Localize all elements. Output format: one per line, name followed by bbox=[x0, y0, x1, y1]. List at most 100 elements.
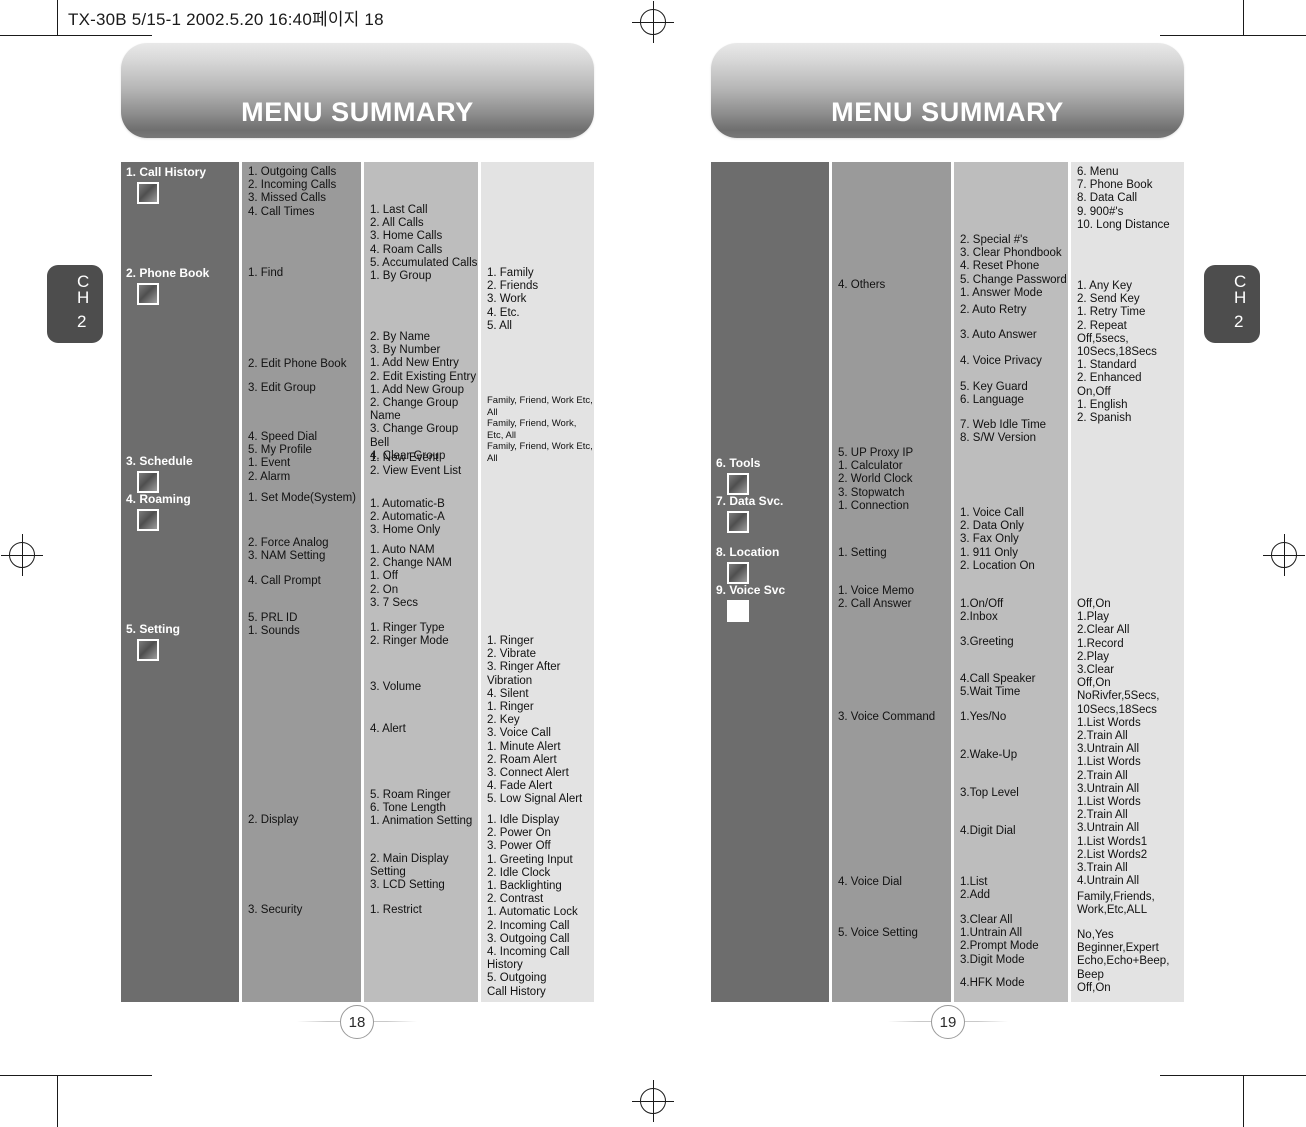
menu-item-level2: 4. Speed Dial 5. My Profile 1. Event 2. … bbox=[248, 431, 318, 483]
menu-item-level3: 1. Ringer Type 2. Ringer Mode bbox=[370, 622, 449, 648]
menu-item-level2: 3. Voice Command bbox=[838, 711, 936, 723]
menu-item-level3: 1.On/Off 2.Inbox bbox=[960, 598, 1004, 624]
menu-item-level4: 1. Ringer 2. Vibrate 3. Ringer After Vib… bbox=[487, 635, 583, 806]
menu-item-level2: 1. Find bbox=[248, 267, 284, 279]
menu-item-level1: 8. Location bbox=[716, 545, 780, 559]
menu-item-level2: 2. Edit Phone Book bbox=[248, 358, 347, 370]
phonebook-icon bbox=[137, 283, 159, 305]
menu-item-level3: 2. Main Display Setting bbox=[370, 853, 449, 879]
menu-item-level2: 1. Voice Memo 2. Call Answer bbox=[838, 585, 915, 611]
settings-icon bbox=[137, 639, 159, 661]
voice-service-icon bbox=[727, 600, 749, 622]
menu-item-level4: 1. Idle Display 2. Power On 3. Power Off… bbox=[487, 814, 578, 998]
roaming-icon-glyph bbox=[139, 511, 157, 529]
person-icon bbox=[137, 182, 159, 204]
menu-item-level3: 1. Automatic-B 2. Automatic-A 3. Home On… bbox=[370, 498, 445, 537]
menu-table-left: 1. Call History 2. Phone Book 3. Schedule 4… bbox=[121, 162, 594, 1002]
chapter-letter-h: H bbox=[77, 288, 90, 307]
menu-item-level4: 1. Family 2. Friends 3. Work 4. Etc. 5. … bbox=[487, 267, 539, 332]
page-banner-left: MENU SUMMARY bbox=[121, 43, 594, 138]
page-right: C H 2 MENU SUMMARY 6. Tools 7. Data Svc. 8… bbox=[653, 0, 1306, 1127]
chapter-number: 2 bbox=[77, 312, 87, 331]
menu-item-level1: 4. Roaming bbox=[126, 492, 191, 506]
calendar-icon-glyph bbox=[139, 473, 157, 491]
menu-item-level3: 1. New Event 2. View Event List bbox=[370, 452, 462, 478]
menu-item-level3: 1. Auto NAM 2. Change NAM 1. Off 2. On 3… bbox=[370, 544, 452, 609]
menu-column-level1-right: 6. Tools 7. Data Svc. 8. Location 9. Voice … bbox=[711, 162, 829, 1002]
menu-item-level3: 7. Web Idle Time 8. S/W Version bbox=[960, 419, 1047, 445]
menu-item-level1: 2. Phone Book bbox=[126, 266, 210, 280]
chapter-number: 2 bbox=[1234, 312, 1244, 331]
menu-item-level2: 2. Display bbox=[248, 814, 299, 826]
voice-service-icon-glyph bbox=[729, 602, 747, 620]
page-title-right: MENU SUMMARY bbox=[831, 97, 1064, 127]
menu-item-level3: 2. Auto Retry bbox=[960, 304, 1027, 316]
page-number-left: 18 bbox=[340, 1005, 374, 1039]
menu-item-level1: 9. Voice Svc bbox=[716, 583, 786, 597]
menu-column-level4-right: 6. Menu 7. Phone Book 8. Data Call 9. 90… bbox=[1071, 162, 1184, 1002]
menu-item-level4: 1. Any Key 2. Send Key 1. Retry Time 2. … bbox=[1077, 280, 1157, 425]
menu-item-level2: 2. Force Analog 3. NAM Setting bbox=[248, 537, 329, 563]
data-service-icon-glyph bbox=[729, 513, 747, 531]
page-number-right-wrap: 19 bbox=[888, 1005, 1008, 1039]
menu-item-level2: 5. Voice Setting bbox=[838, 927, 918, 939]
menu-item-level3: 5. Key Guard 6. Language bbox=[960, 381, 1028, 407]
menu-item-level2: 5. PRL ID 1. Sounds bbox=[248, 612, 300, 638]
menu-item-level4: Family, Friend, Work Etc, All Family, Fr… bbox=[487, 395, 593, 464]
menu-item-level3: 5. Roam Ringer 6. Tone Length 1. Animati… bbox=[370, 789, 473, 828]
menu-item-level3: 1.List 2.Add bbox=[960, 876, 991, 902]
menu-item-level4: Family,Friends, Work,Etc,ALL bbox=[1077, 891, 1155, 917]
menu-item-level3: 3.Greeting bbox=[960, 636, 1014, 648]
menu-item-level1: 5. Setting bbox=[126, 622, 181, 636]
chapter-tab-right: C H 2 bbox=[1204, 265, 1260, 343]
menu-item-level4: Off,On 1.Play 2.Clear All 1.Record 2.Pla… bbox=[1077, 598, 1160, 888]
menu-item-level2: 1. Set Mode(System) bbox=[248, 492, 357, 504]
menu-item-level3: 3. Auto Answer bbox=[960, 329, 1037, 341]
menu-item-level2: 3. Security bbox=[248, 904, 303, 916]
menu-item-level2: 1. Outgoing Calls 2. Incoming Calls 3. M… bbox=[248, 166, 337, 218]
menu-item-level3: 3. Volume bbox=[370, 681, 422, 693]
location-icon-glyph bbox=[729, 564, 747, 582]
chapter-tab-left: C H 2 bbox=[47, 265, 103, 343]
page-title-left: MENU SUMMARY bbox=[241, 97, 474, 127]
menu-item-level3: 1. Restrict bbox=[370, 904, 422, 916]
menu-item-level2: 4. Others bbox=[838, 279, 886, 291]
menu-item-level2: 1. Setting bbox=[838, 547, 887, 559]
menu-column-level1-left: 1. Call History 2. Phone Book 3. Schedule 4… bbox=[121, 162, 239, 1002]
menu-item-level3: 4.HFK Mode bbox=[960, 977, 1025, 989]
page-left: C H 2 MENU SUMMARY 1. Call History 2. Pho… bbox=[0, 0, 653, 1127]
location-icon bbox=[727, 562, 749, 584]
phonebook-icon-glyph bbox=[139, 285, 157, 303]
menu-item-level1: 6. Tools bbox=[716, 456, 761, 470]
chapter-letter-h: H bbox=[1234, 288, 1247, 307]
menu-item-level3: 2.Wake-Up bbox=[960, 749, 1018, 761]
menu-item-level3: 3. LCD Setting bbox=[370, 879, 445, 891]
tools-icon bbox=[727, 473, 749, 495]
menu-item-level3: 4.Digit Dial bbox=[960, 825, 1016, 837]
menu-item-level3: 2. Special #'s 3. Clear Phondbook 4. Res… bbox=[960, 234, 1067, 299]
menu-column-level3-right: 2. Special #'s 3. Clear Phondbook 4. Res… bbox=[954, 162, 1068, 1002]
menu-item-level3: 1. Last Call 2. All Calls 3. Home Calls … bbox=[370, 204, 478, 283]
settings-icon-glyph bbox=[139, 641, 157, 659]
page-banner-right: MENU SUMMARY bbox=[711, 43, 1184, 138]
menu-item-level3: 3.Top Level bbox=[960, 787, 1019, 799]
menu-item-level1: 1. Call History bbox=[126, 165, 207, 179]
menu-item-level4: No,Yes Beginner,Expert Echo,Echo+Beep, B… bbox=[1077, 929, 1170, 994]
menu-column-level2-right: 4. Others 5. UP Proxy IP 1. Calculator 2.… bbox=[832, 162, 951, 1002]
menu-item-level1: 3. Schedule bbox=[126, 454, 193, 468]
menu-item-level3: 4.Call Speaker 5.Wait Time bbox=[960, 673, 1036, 699]
page-number-left-wrap: 18 bbox=[297, 1005, 417, 1039]
menu-item-level3: 2. By Name 3. By Number 1. Add New Entry… bbox=[370, 331, 477, 462]
menu-item-level3: 3.Clear All 1.Untrain All 2.Prompt Mode … bbox=[960, 914, 1039, 966]
calendar-icon bbox=[137, 471, 159, 493]
menu-item-level2: 3. Edit Group bbox=[248, 382, 316, 394]
person-icon-glyph bbox=[139, 184, 157, 202]
menu-item-level3: 4. Alert bbox=[370, 723, 406, 735]
menu-item-level1: 7. Data Svc. bbox=[716, 494, 784, 508]
menu-item-level3: 1. Voice Call 2. Data Only 3. Fax Only 1… bbox=[960, 507, 1035, 572]
menu-column-level3-left: 1. Last Call 2. All Calls 3. Home Calls … bbox=[364, 162, 478, 1002]
menu-item-level3: 1.Yes/No bbox=[960, 711, 1007, 723]
page-number-right: 19 bbox=[931, 1005, 965, 1039]
menu-item-level4: 6. Menu 7. Phone Book 8. Data Call 9. 90… bbox=[1077, 166, 1170, 231]
menu-table-right: 6. Tools 7. Data Svc. 8. Location 9. Voice … bbox=[711, 162, 1184, 1002]
